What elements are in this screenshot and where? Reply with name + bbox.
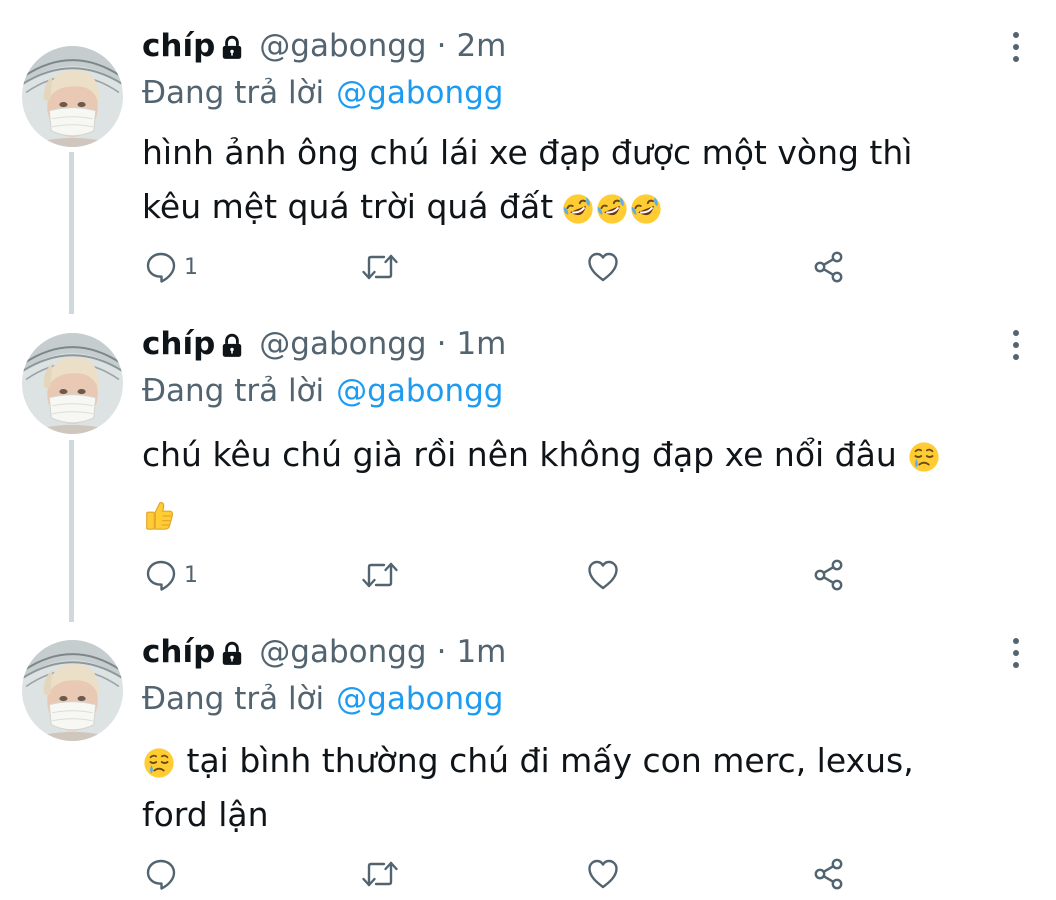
replying-to-label: Đang trả lời	[142, 373, 325, 409]
share-button[interactable]	[812, 557, 846, 593]
like-button[interactable]	[586, 249, 620, 285]
avatar[interactable]	[22, 333, 123, 434]
separator-dot: ·	[436, 634, 447, 670]
display-name[interactable]: chíp	[142, 326, 215, 362]
tweet-text-line: kêu mệt quá trời quá đất	[142, 180, 1012, 234]
reply-button[interactable]: 1	[144, 557, 198, 593]
replying-to: Đang trả lời @gabongg	[142, 677, 503, 721]
replying-to: Đang trả lời @gabongg	[142, 71, 503, 115]
tweet-text-line: ford lận	[142, 795, 269, 834]
more-options-icon[interactable]	[1003, 636, 1029, 670]
tweet-text: hình ảnh ông chú lái xe đạp được một vòn…	[142, 126, 1012, 234]
retweet-icon	[360, 558, 400, 592]
reply-button[interactable]	[144, 856, 184, 892]
reply-icon	[144, 558, 178, 592]
tweet-text: chú kêu chú già rồi nên không đạp xe nổi…	[142, 426, 1012, 542]
avatar[interactable]	[22, 46, 123, 147]
smiling-tear-emoji-icon	[142, 746, 176, 780]
retweet-button[interactable]	[360, 856, 400, 892]
replying-to-label: Đang trả lời	[142, 681, 325, 717]
reply-count: 1	[184, 562, 198, 588]
tweet-text: tại bình thường chú đi mấy con merc, lex…	[142, 734, 1012, 842]
heart-icon	[586, 857, 620, 891]
replying-to-label: Đang trả lời	[142, 75, 325, 111]
tweet-text-segment: kêu mệt quá trời quá đất	[142, 187, 554, 226]
rofl-emoji-icon	[629, 192, 663, 226]
replying-to-handle[interactable]: @gabongg	[336, 75, 503, 111]
replying-to: Đang trả lời @gabongg	[142, 369, 503, 413]
heart-icon	[586, 558, 620, 592]
tweet-text-segment: tại bình thường chú đi mấy con merc, lex…	[186, 741, 914, 780]
reply-icon	[144, 250, 178, 284]
tweet-actions: 1	[142, 249, 902, 285]
replying-to-handle[interactable]: @gabongg	[336, 373, 503, 409]
tweet-header: chíp @gabongg · 1m	[142, 630, 506, 674]
tweet-header: chíp @gabongg · 2m	[142, 24, 506, 68]
emoji-group	[561, 192, 663, 226]
tweet-text-line	[142, 484, 1012, 542]
retweet-icon	[360, 250, 400, 284]
rofl-emoji-icon	[561, 192, 595, 226]
smiling-tear-emoji-icon	[907, 440, 941, 474]
more-options-icon[interactable]	[1003, 328, 1029, 362]
timestamp[interactable]: 2m	[456, 28, 506, 64]
replying-to-handle[interactable]: @gabongg	[336, 681, 503, 717]
tweet-1[interactable]: chíp @gabongg · 2m Đang trả lời @gabongg…	[0, 24, 1056, 314]
heart-icon	[586, 250, 620, 284]
display-name[interactable]: chíp	[142, 28, 215, 64]
share-icon	[812, 857, 846, 891]
separator-dot: ·	[436, 28, 447, 64]
reply-icon	[144, 857, 178, 891]
tweet-text-line: tại bình thường chú đi mấy con merc, lex…	[142, 734, 1012, 788]
tweet-header: chíp @gabongg · 1m	[142, 322, 506, 366]
reply-count: 1	[184, 254, 198, 280]
like-button[interactable]	[586, 557, 620, 593]
rofl-emoji-icon	[595, 192, 629, 226]
like-button[interactable]	[586, 856, 620, 892]
retweet-icon	[360, 857, 400, 891]
thread-line	[69, 152, 74, 314]
more-options-icon[interactable]	[1003, 30, 1029, 64]
tweet-actions: 1	[142, 557, 902, 593]
user-handle[interactable]: @gabongg	[259, 634, 426, 670]
tweet-text-line: hình ảnh ông chú lái xe đạp được một vòn…	[142, 133, 913, 172]
reply-button[interactable]: 1	[144, 249, 198, 285]
retweet-button[interactable]	[360, 249, 400, 285]
share-icon	[812, 558, 846, 592]
user-handle[interactable]: @gabongg	[259, 28, 426, 64]
tweet-text-line: chú kêu chú già rồi nên không đạp xe nổi…	[142, 426, 1012, 484]
user-handle[interactable]: @gabongg	[259, 326, 426, 362]
timestamp[interactable]: 1m	[456, 634, 506, 670]
display-name[interactable]: chíp	[142, 634, 215, 670]
thread-line	[69, 440, 74, 622]
thumbs-up-emoji-icon	[142, 498, 176, 532]
lock-icon	[219, 33, 245, 59]
timestamp[interactable]: 1m	[456, 326, 506, 362]
share-button[interactable]	[812, 856, 846, 892]
tweet-3[interactable]: chíp @gabongg · 1m Đang trả lời @gabongg…	[0, 630, 1056, 900]
share-button[interactable]	[812, 249, 846, 285]
lock-icon	[219, 331, 245, 357]
tweet-actions	[142, 856, 902, 892]
separator-dot: ·	[436, 326, 447, 362]
tweet-text-segment: chú kêu chú già rồi nên không đạp xe nổi…	[142, 435, 897, 474]
tweet-2[interactable]: chíp @gabongg · 1m Đang trả lời @gabongg…	[0, 322, 1056, 622]
avatar[interactable]	[22, 640, 123, 741]
retweet-button[interactable]	[360, 557, 400, 593]
lock-icon	[219, 639, 245, 665]
share-icon	[812, 250, 846, 284]
